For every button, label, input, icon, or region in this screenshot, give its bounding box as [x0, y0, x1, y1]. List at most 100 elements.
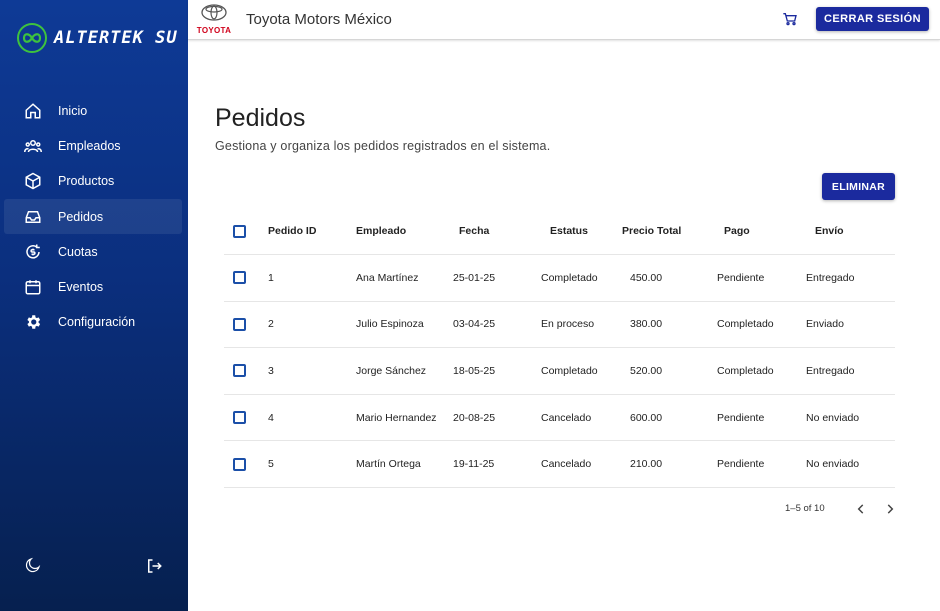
payment: Pendiente: [717, 458, 765, 471]
payment: Pendiente: [717, 271, 765, 284]
top-bar: TOYOTA Toyota Motors México CERRAR SESIÓ…: [188, 0, 940, 40]
delete-button[interactable]: ELIMINAR: [822, 173, 895, 200]
status: Cancelado: [541, 411, 592, 424]
column-header[interactable]: Precio Total: [622, 208, 681, 254]
status: Completado: [541, 271, 598, 284]
pagination-range: 1–5 of 10: [785, 503, 825, 514]
date: 19-11-25: [453, 458, 495, 471]
sidebar-item-label: Configuración: [58, 315, 136, 330]
shipping: Entregado: [806, 364, 855, 377]
total-price: 380.00: [630, 318, 663, 331]
table-row[interactable]: 3 Jorge Sánchez 18-05-25 Completado 520.…: [224, 348, 895, 395]
cart-button[interactable]: [782, 11, 798, 32]
sidebar-item-empleados[interactable]: Empleados: [4, 128, 182, 163]
sidebar-item-label: Eventos: [58, 280, 104, 295]
row-checkbox[interactable]: [233, 317, 246, 331]
row-checkbox[interactable]: [233, 364, 246, 378]
sidebar-item-configuracion[interactable]: Configuración: [4, 305, 182, 340]
dollar-refresh-icon: [24, 243, 42, 261]
table-row[interactable]: 4 Mario Hernandez 20-08-25 Cancelado 600…: [224, 395, 895, 442]
logo: ALTERTEK SU: [16, 22, 178, 54]
status: Cancelado: [541, 458, 592, 471]
chevron-right-icon: [887, 504, 894, 514]
date: 18-05-25: [453, 364, 496, 377]
people-icon: [24, 137, 42, 155]
brand-word: TOYOTA: [196, 26, 232, 35]
column-header[interactable]: Pago: [724, 208, 750, 254]
employee: Jorge Sánchez: [356, 364, 427, 377]
page-subtitle: Gestiona y organiza los pedidos registra…: [215, 139, 551, 153]
moon-icon: [25, 557, 41, 573]
logout-button[interactable]: CERRAR SESIÓN: [816, 7, 929, 31]
box-icon: [24, 172, 42, 190]
sidebar-item-productos[interactable]: Productos: [4, 164, 182, 199]
sidebar-item-label: Productos: [58, 174, 115, 189]
sidebar-item-eventos[interactable]: Eventos: [4, 269, 182, 304]
column-header[interactable]: Fecha: [459, 208, 489, 254]
previous-page-button[interactable]: [854, 502, 868, 521]
shipping: Entregado: [806, 271, 855, 284]
row-checkbox[interactable]: [233, 457, 246, 471]
total-price: 210.00: [630, 458, 663, 471]
column-header[interactable]: Empleado: [356, 208, 406, 254]
date: 25-01-25: [453, 271, 496, 284]
shipping: No enviado: [806, 411, 860, 424]
sidebar-item-cuotas[interactable]: Cuotas: [4, 234, 182, 269]
next-page-button[interactable]: [883, 502, 897, 521]
shipping: No enviado: [806, 458, 860, 471]
shipping: Enviado: [806, 318, 844, 331]
order-id: 1: [268, 271, 274, 284]
table-row[interactable]: 1 Ana Martínez 25-01-25 Completado 450.0…: [224, 255, 895, 302]
date: 20-08-25: [453, 411, 496, 424]
order-id: 3: [268, 364, 274, 377]
column-header[interactable]: Pedido ID: [268, 208, 316, 254]
infinity-logo-icon: [17, 23, 47, 53]
sidebar-item-label: Empleados: [58, 138, 121, 153]
toyota-logo: TOYOTA: [193, 4, 235, 35]
sidebar-item-pedidos[interactable]: Pedidos: [4, 198, 182, 235]
status: En proceso: [541, 318, 595, 331]
order-id: 4: [268, 411, 274, 424]
row-checkbox[interactable]: [233, 271, 246, 285]
logo-text: ALTERTEK SU: [54, 28, 178, 48]
payment: Completado: [717, 318, 774, 331]
total-price: 520.00: [630, 364, 663, 377]
payment: Completado: [717, 364, 774, 377]
employee: Julio Espinoza: [356, 318, 424, 331]
column-header[interactable]: Estatus: [550, 208, 588, 254]
sidebar-item-label: Cuotas: [58, 244, 98, 259]
total-price: 450.00: [630, 271, 663, 284]
table-header-row: Pedido ID Empleado Fecha Estatus Precio …: [224, 208, 895, 255]
employee: Ana Martínez: [356, 271, 419, 284]
app-title: Toyota Motors México: [246, 11, 392, 28]
cart-icon: [783, 13, 797, 26]
inbox-icon: [24, 208, 42, 226]
sidebar-nav: Inicio Empleados Productos Pedidos Cuota…: [4, 93, 182, 340]
calendar-icon: [24, 278, 42, 296]
row-checkbox[interactable]: [233, 411, 246, 425]
table-row[interactable]: 2 Julio Espinoza 03-04-25 En proceso 380…: [224, 302, 895, 349]
order-id: 5: [268, 458, 274, 471]
table-row[interactable]: 5 Martín Ortega 19-11-25 Cancelado 210.0…: [224, 441, 895, 488]
chevron-left-icon: [857, 504, 864, 514]
logout-icon: [148, 559, 162, 573]
select-all-checkbox[interactable]: [233, 224, 246, 238]
sidebar-logout-button[interactable]: [145, 557, 163, 580]
sidebar-item-label: Pedidos: [58, 209, 104, 224]
payment: Pendiente: [717, 411, 765, 424]
orders-table: Pedido ID Empleado Fecha Estatus Precio …: [224, 208, 895, 488]
sidebar: ALTERTEK SU Inicio Empleados Productos P…: [0, 0, 188, 611]
sidebar-item-inicio[interactable]: Inicio: [4, 93, 182, 128]
employee: Mario Hernandez: [356, 411, 437, 424]
gear-icon: [24, 313, 42, 331]
dark-mode-toggle[interactable]: [24, 556, 42, 579]
order-id: 2: [268, 318, 274, 331]
column-header[interactable]: Envío: [815, 208, 844, 254]
date: 03-04-25: [453, 318, 496, 331]
page-title: Pedidos: [215, 104, 306, 132]
status: Completado: [541, 364, 598, 377]
toyota-emblem-icon: [201, 4, 227, 21]
home-icon: [24, 102, 42, 120]
employee: Martín Ortega: [356, 458, 421, 471]
sidebar-item-label: Inicio: [58, 103, 88, 118]
